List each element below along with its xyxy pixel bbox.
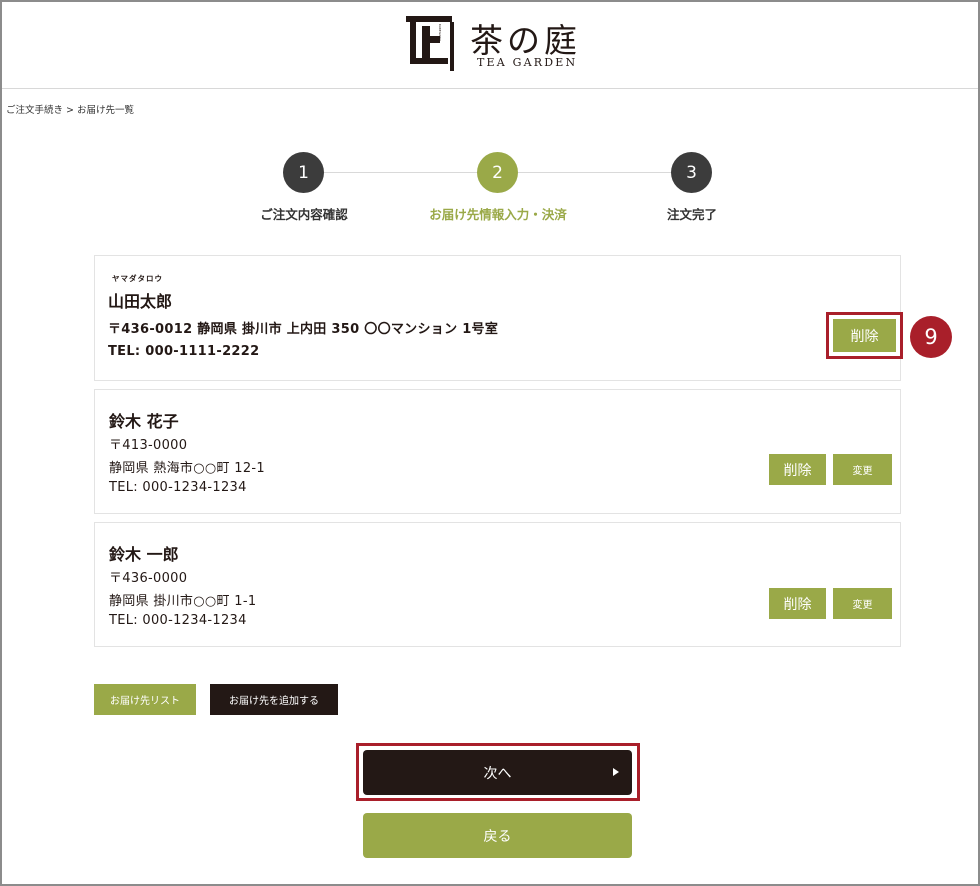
address-line: 静岡県 掛川市○○町 1-1 [109, 594, 257, 609]
step-2-circle: 2 [477, 152, 518, 193]
delete-button[interactable]: 削除 [769, 454, 826, 485]
brand-name-jp[interactable]: 茶の庭 [470, 14, 581, 62]
address-tel: TEL: 000-1234-1234 [109, 613, 247, 628]
delete-button[interactable]: 削除 [769, 588, 826, 619]
brand-mark-caption: KAKEGAWA [438, 24, 442, 42]
address-tel: TEL: 000-1234-1234 [109, 480, 247, 495]
breadcrumb: ご注文手続き > お届け先一覧 [6, 105, 134, 116]
step-3-circle: 3 [671, 152, 712, 193]
delete-button[interactable]: 削除 [833, 319, 896, 352]
address-tel: TEL: 000-1111-2222 [108, 344, 260, 359]
step-1-label: ご注文内容確認 [260, 207, 348, 222]
address-postal: 〒413-0000 [109, 438, 188, 453]
step-connector [518, 172, 672, 173]
change-button[interactable]: 変更 [833, 454, 892, 485]
step-1-circle: 1 [283, 152, 324, 193]
address-name: 山田太郎 [108, 292, 173, 311]
step-3-label: 注文完了 [666, 207, 717, 222]
step-connector [324, 172, 478, 173]
next-button[interactable]: 次へ [363, 750, 632, 795]
step-annotation-marker: 9 [910, 316, 952, 358]
change-button[interactable]: 変更 [833, 588, 892, 619]
address-name: 鈴木 花子 [109, 412, 179, 431]
add-address-button[interactable]: お届け先を追加する [210, 684, 338, 715]
address-name: 鈴木 一郎 [109, 545, 179, 564]
address-postal: 〒436-0000 [109, 571, 188, 586]
back-button[interactable]: 戻る [363, 813, 632, 858]
address-line: 静岡県 熱海市○○町 12-1 [109, 461, 265, 476]
brand-mark-icon[interactable]: KAKEGAWA [406, 16, 458, 71]
step-2-label: お届け先情報入力・決済 [429, 207, 567, 222]
address-list-button[interactable]: お届け先リスト [94, 684, 196, 715]
play-arrow-icon [613, 768, 619, 776]
address-card-2[interactable] [94, 389, 901, 514]
brand-name-en: TEA GARDEN [477, 56, 578, 69]
address-ruby: ヤマダタロウ [112, 274, 163, 283]
address-line: 〒436-0012 静岡県 掛川市 上内田 350 〇〇マンション 1号室 [108, 322, 499, 337]
next-button-label: 次へ [483, 765, 512, 782]
address-card-3[interactable] [94, 522, 901, 647]
